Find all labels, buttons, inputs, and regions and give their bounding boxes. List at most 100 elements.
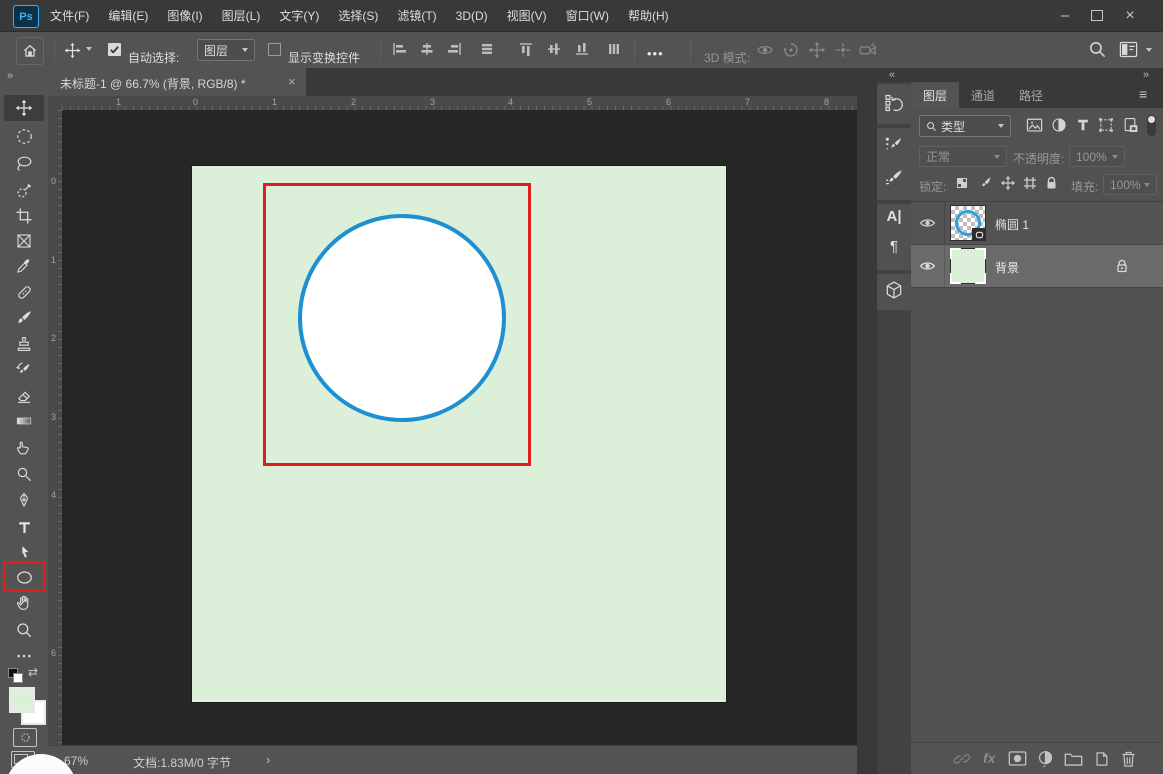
blend-mode-dropdown[interactable]: 正常 (919, 146, 1007, 167)
move-tool-preset[interactable] (62, 40, 82, 60)
adjustment-layer-icon[interactable] (1037, 750, 1054, 767)
lock-artboard-icon[interactable] (1023, 176, 1037, 190)
tool-dodge[interactable] (4, 461, 44, 487)
link-layers-icon[interactable] (953, 750, 971, 768)
distribute-h-icon[interactable] (479, 41, 495, 57)
layer-filter-dropdown[interactable]: 类型 (919, 115, 1011, 137)
tool-smudge[interactable] (4, 434, 44, 460)
tool-eraser[interactable] (4, 383, 44, 409)
align-left-icon[interactable] (391, 41, 407, 57)
3d-panel-icon[interactable] (884, 280, 904, 300)
tool-eyedropper[interactable] (4, 253, 44, 279)
menu-3d[interactable]: 3D(D) (456, 9, 488, 23)
filter-smart-object-icon[interactable] (1122, 117, 1138, 133)
tool-type[interactable] (4, 514, 44, 540)
swap-colors-icon[interactable]: ⇄ (28, 665, 38, 679)
new-group-icon[interactable] (1064, 751, 1083, 767)
tab-channels[interactable]: 通道 (959, 82, 1007, 108)
lock-transparent-icon[interactable] (955, 176, 969, 190)
menu-layer[interactable]: 图层(L) (222, 7, 261, 24)
tab-paths[interactable]: 路径 (1007, 82, 1055, 108)
lock-position-icon[interactable] (1001, 176, 1015, 190)
quick-mask-icon[interactable] (13, 728, 37, 747)
tool-frame[interactable] (4, 228, 44, 254)
delete-layer-icon[interactable] (1120, 750, 1137, 768)
filter-shape-icon[interactable] (1098, 117, 1114, 133)
new-layer-icon[interactable] (1093, 750, 1110, 768)
visibility-eye-icon[interactable] (919, 217, 936, 229)
tool-hand[interactable] (4, 590, 44, 616)
tool-pen[interactable] (4, 487, 44, 513)
filter-adjustment-icon[interactable] (1051, 117, 1067, 133)
distribute-v-icon[interactable] (606, 41, 622, 57)
filter-type-icon[interactable] (1075, 117, 1091, 133)
search-icon[interactable] (1088, 40, 1107, 59)
tool-crop[interactable] (4, 203, 44, 229)
menu-type[interactable]: 文字(Y) (279, 7, 319, 24)
foreground-color-swatch[interactable] (9, 687, 35, 713)
maximize-button[interactable] (1082, 0, 1112, 31)
layer-name[interactable]: 背景 (995, 259, 1019, 276)
layer-lock-icon[interactable] (1116, 259, 1128, 273)
menu-filter[interactable]: 滤镜(T) (397, 7, 436, 24)
add-mask-icon[interactable] (1008, 750, 1027, 767)
align-center-h-icon[interactable] (419, 41, 435, 57)
workspace-chevron-icon[interactable] (1146, 48, 1152, 52)
tool-zoom[interactable] (4, 617, 44, 643)
menu-view[interactable]: 视图(V) (507, 7, 547, 24)
menu-edit[interactable]: 编辑(E) (108, 7, 148, 24)
align-middle-v-icon[interactable] (546, 41, 562, 57)
workspace-switcher-icon[interactable] (1119, 41, 1138, 58)
panel-expand-icon[interactable]: » (1143, 69, 1149, 81)
menu-select[interactable]: 选择(S) (338, 7, 378, 24)
layer-row-background[interactable]: 背景 (911, 245, 1163, 287)
fill-dropdown[interactable]: 100% (1103, 174, 1157, 195)
align-top-icon[interactable] (518, 41, 534, 57)
home-button[interactable] (16, 37, 44, 65)
auto-select-checkbox[interactable] (108, 43, 121, 56)
menu-window[interactable]: 窗口(W) (566, 7, 609, 24)
align-right-icon[interactable] (447, 41, 463, 57)
pasteboard[interactable] (62, 110, 857, 745)
menu-image[interactable]: 图像(I) (167, 7, 202, 24)
paragraph-panel-icon[interactable]: ¶ (882, 236, 906, 256)
close-button[interactable]: × (1114, 0, 1146, 31)
tool-brush[interactable] (4, 305, 44, 331)
layer-thumbnail-background[interactable] (950, 248, 986, 284)
brush-settings-panel-icon[interactable] (884, 135, 904, 155)
menu-help[interactable]: 帮助(H) (628, 7, 669, 24)
tool-lasso[interactable] (4, 150, 44, 176)
dock-collapse-icon[interactable]: « (889, 69, 895, 81)
history-panel-icon[interactable] (884, 93, 904, 113)
layer-thumbnail-ellipse[interactable] (950, 205, 986, 241)
opacity-dropdown[interactable]: 100% (1069, 146, 1125, 167)
visibility-eye-icon[interactable] (919, 260, 936, 272)
lock-all-icon[interactable] (1045, 176, 1058, 190)
show-transform-checkbox[interactable] (268, 43, 281, 56)
document-tab[interactable]: 未标题-1 @ 66.7% (背景, RGB/8) * × (48, 68, 306, 96)
tool-move[interactable] (4, 95, 44, 121)
layer-name[interactable]: 椭圆 1 (995, 216, 1029, 233)
tool-quick-selection[interactable] (4, 177, 44, 203)
tab-layers[interactable]: 图层 (911, 82, 959, 108)
status-chevron-icon[interactable]: › (266, 752, 270, 767)
tool-marquee[interactable] (4, 123, 44, 149)
move-preset-chevron-icon[interactable] (86, 47, 92, 51)
filter-toggle[interactable] (1147, 115, 1156, 136)
panel-menu-icon[interactable]: ≡ (1139, 86, 1147, 102)
more-options-button[interactable]: ••• (647, 46, 664, 61)
tool-history-brush[interactable] (4, 357, 44, 383)
layer-style-fx-icon[interactable]: fx (983, 750, 995, 766)
minimize-button[interactable]: – (1050, 0, 1080, 31)
toolbar-expand-icon[interactable]: » (7, 70, 13, 82)
tool-healing-brush[interactable] (4, 279, 44, 305)
canvas[interactable] (192, 166, 726, 702)
tab-close-icon[interactable]: × (288, 74, 296, 89)
filter-pixel-icon[interactable] (1026, 118, 1043, 133)
character-panel-icon[interactable]: A| (882, 206, 906, 226)
lock-pixels-icon[interactable] (978, 176, 992, 190)
align-bottom-icon[interactable] (574, 41, 590, 57)
menu-file[interactable]: 文件(F) (50, 7, 89, 24)
auto-select-dropdown[interactable]: 图层 (197, 39, 255, 61)
brushes-panel-icon[interactable] (884, 168, 904, 188)
